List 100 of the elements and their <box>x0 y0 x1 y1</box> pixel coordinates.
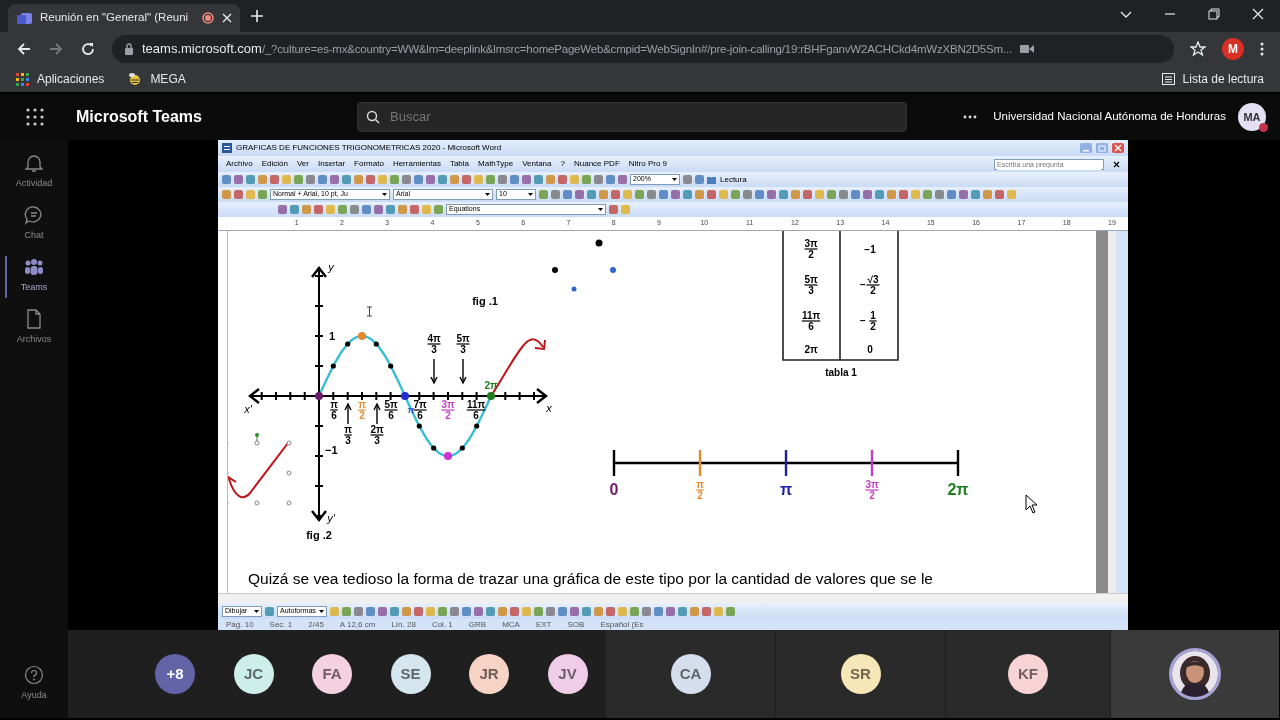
table-caption: tabla 1 <box>825 367 857 378</box>
menu-item[interactable]: Nuance PDF <box>574 158 620 170</box>
status-text: A 12,6 cm <box>339 619 376 630</box>
participant-avatar[interactable]: CA <box>670 654 711 694</box>
menu-item[interactable]: Ventana <box>522 158 552 170</box>
menu-item[interactable]: Nitro Pro 9 <box>628 158 667 170</box>
browser-tab[interactable]: Reunión en "General" (Reuni <box>8 4 240 32</box>
menu-item[interactable]: Ver <box>296 158 309 170</box>
search-field[interactable]: Buscar <box>388 106 898 128</box>
participant-avatar[interactable]: FA <box>312 654 352 694</box>
number-line-label: 3π 2 <box>865 479 879 501</box>
fraction-label: π 6 <box>330 399 338 421</box>
lock-icon <box>124 43 134 55</box>
participant-avatar[interactable]: +8 <box>155 654 195 694</box>
point-dot <box>416 423 422 429</box>
table-cell: 0 <box>867 343 873 355</box>
dropdown-arrow-icon <box>598 208 603 211</box>
tab-title: Reunión en "General" (Reuni <box>40 10 190 26</box>
word-icon <box>222 143 232 153</box>
menu-item[interactable]: MathType <box>478 158 514 170</box>
fraction-label: 3π 2 <box>441 399 455 421</box>
rail-item[interactable]: Actividad <box>0 146 68 198</box>
vertical-scrollbar[interactable] <box>1096 231 1116 593</box>
point-dot <box>388 363 394 369</box>
help-button[interactable]: Ayuda <box>0 658 68 710</box>
dropdown-arrow-icon <box>672 178 677 181</box>
dot <box>610 267 616 273</box>
reading-button[interactable]: Lectura <box>707 173 747 186</box>
dropdown-arrow-icon <box>485 193 490 196</box>
paragraph: Quizá se vea tedioso la forma de trazar una gráfica de este tipo por la cantidad de valores que se le <box>247 571 934 587</box>
table-cell: 11π 6 <box>801 310 821 332</box>
address-bar[interactable]: teams.microsoft.com/_?culture=es-mx&country=WW&lm=deeplink&lmsrc=homePageWeb&cmpid=WebSignIn#/pre-join-calling/19:rBHFganvW2ACHCkd4mWzXBN2D5Sm... <box>112 35 1174 63</box>
dot <box>552 267 558 273</box>
participant-avatar[interactable]: KF <box>1008 654 1048 694</box>
help-icon <box>24 665 44 686</box>
app-launcher-icon[interactable] <box>26 108 44 126</box>
participant-avatar[interactable]: SR <box>840 654 881 694</box>
back-icon[interactable] <box>16 41 32 57</box>
participant-avatar[interactable]: JC <box>233 654 274 694</box>
participant-avatar[interactable]: JR <box>469 654 509 694</box>
forward-icon[interactable] <box>48 41 64 57</box>
arrow <box>459 358 467 385</box>
fraction-label: 5π 3 <box>456 333 470 355</box>
camera-icon[interactable] <box>1019 44 1034 54</box>
figure-caption: fig .1 <box>472 295 498 307</box>
apps-grid-icon <box>16 72 29 86</box>
fraction-label: 2π 3 <box>370 424 384 446</box>
star-icon[interactable] <box>1190 41 1206 57</box>
menu-item[interactable]: Archivo <box>226 158 253 170</box>
axis-label: y' <box>327 512 335 524</box>
number-line-label: π 2 <box>696 479 704 501</box>
tick-label: −1 <box>325 444 338 456</box>
menu-item[interactable]: Insertar <box>317 158 346 170</box>
participant-avatar[interactable]: JV <box>547 654 588 694</box>
rail-item[interactable]: Teams <box>0 250 68 302</box>
more-options-icon[interactable] <box>963 115 978 119</box>
axis-label: x <box>546 402 552 414</box>
bookmark[interactable]: Aplicaciones <box>16 70 105 88</box>
menu-item[interactable]: Herramientas <box>392 158 441 170</box>
figure-caption: fig .2 <box>306 529 332 541</box>
window-title: GRAFICAS DE FUNCIONES TRIGONOMETRICAS 2020 - Microsoft Word <box>236 142 502 154</box>
search-bar[interactable]: Buscar <box>357 102 907 132</box>
tick-label: 1 <box>329 330 336 342</box>
menu-item[interactable]: ? <box>560 158 565 170</box>
fraction-label: 5π 6 <box>384 399 398 421</box>
menu-item[interactable]: Edición <box>261 158 288 170</box>
horizontal-scrollbar[interactable] <box>218 593 1128 603</box>
menu-item[interactable]: Tabla <box>449 158 469 170</box>
number-line-label: 2π <box>947 480 969 498</box>
user-avatar[interactable]: MA <box>1238 103 1266 131</box>
reload-icon[interactable] <box>80 41 96 57</box>
reading-list-icon <box>1161 73 1175 85</box>
bee-icon <box>128 72 143 86</box>
menu-icon[interactable] <box>1260 42 1264 56</box>
org-name: Universidad Nacional Autónoma de Honduras <box>993 109 1226 125</box>
people-icon <box>24 257 44 278</box>
rail-item[interactable]: Chat <box>0 198 68 250</box>
menu-item[interactable]: Formato <box>354 158 384 170</box>
point-dot <box>431 445 437 451</box>
profile-avatar[interactable]: M <box>1222 38 1244 60</box>
point-dot <box>459 445 465 451</box>
participant-avatar[interactable]: SE <box>390 654 431 694</box>
toolbar-icon[interactable] <box>265 606 274 616</box>
arrow <box>430 358 438 385</box>
status-text: SOB <box>567 619 585 630</box>
axis-label: x' <box>244 403 252 415</box>
reading-list-button[interactable]: Lista de lectura <box>1161 70 1264 88</box>
restore-icon[interactable] <box>1208 8 1220 20</box>
chat-bubble-icon <box>24 205 44 226</box>
rail-item[interactable]: Archivos <box>0 302 68 354</box>
status-text: EXT <box>535 619 552 630</box>
status-text: 2/45 <box>308 619 324 630</box>
bookmark[interactable]: MEGA <box>128 70 186 88</box>
new-tab-icon[interactable] <box>250 9 264 23</box>
status-text: Pág. 10 <box>226 619 254 630</box>
table-cell: −1 <box>864 243 876 255</box>
close-icon[interactable] <box>1113 160 1120 168</box>
number-line-label: 0 <box>609 480 619 498</box>
search-icon <box>366 110 380 124</box>
arrow <box>373 402 381 425</box>
